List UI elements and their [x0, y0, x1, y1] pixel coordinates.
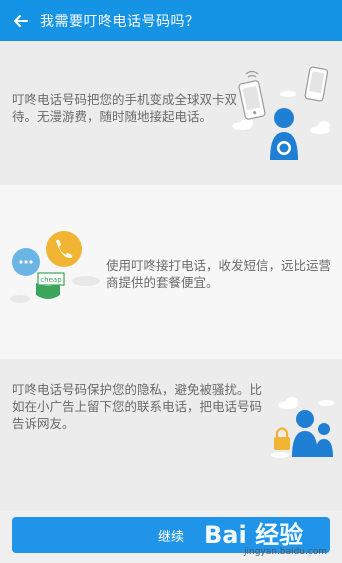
privacy-users-lock-illustration-icon — [271, 397, 334, 458]
feature-text: 叮咚电话号码保护您的隐私，避免被骚扰。比如在小广告上留下您的联系电话，把电话号码… — [12, 382, 263, 431]
baidu-jingyan-watermark: Bai 经验 jingyan.baidu.com — [204, 511, 334, 561]
watermark-logo: Bai 经验 — [204, 521, 304, 549]
chat-call-cheap-illustration-icon: cheap — [10, 231, 100, 303]
phones-user-illustration-icon — [232, 64, 330, 160]
footer: 继续 Bai 经验 jingyan.baidu.com — [0, 511, 342, 563]
back-button[interactable] — [2, 0, 38, 41]
feature-cheap: cheap 使用叮咚接打电话，收发短信，远比运营商提供的套餐便宜。 — [0, 185, 342, 359]
cheap-tag-label: cheap — [40, 276, 62, 284]
page-title: 我需要叮咚电话号码吗？ — [40, 13, 200, 30]
feature-privacy: 叮咚电话号码保护您的隐私，避免被骚扰。比如在小广告上留下您的联系电话，把电话号码… — [0, 359, 342, 511]
feature-text: 使用叮咚接打电话，收发短信，远比运营商提供的套餐便宜。 — [106, 258, 332, 290]
feature-dual-sim: 叮咚电话号码把您的手机变成全球双卡双待。无漫游费，随时随地接起电话。 — [0, 41, 342, 185]
back-arrow-icon — [14, 14, 28, 27]
watermark-url: jingyan.baidu.com — [244, 547, 328, 557]
feature-text: 叮咚电话号码把您的手机变成全球双卡双待。无漫游费，随时随地接起电话。 — [12, 92, 238, 124]
app-header: 我需要叮咚电话号码吗？ — [0, 0, 342, 41]
